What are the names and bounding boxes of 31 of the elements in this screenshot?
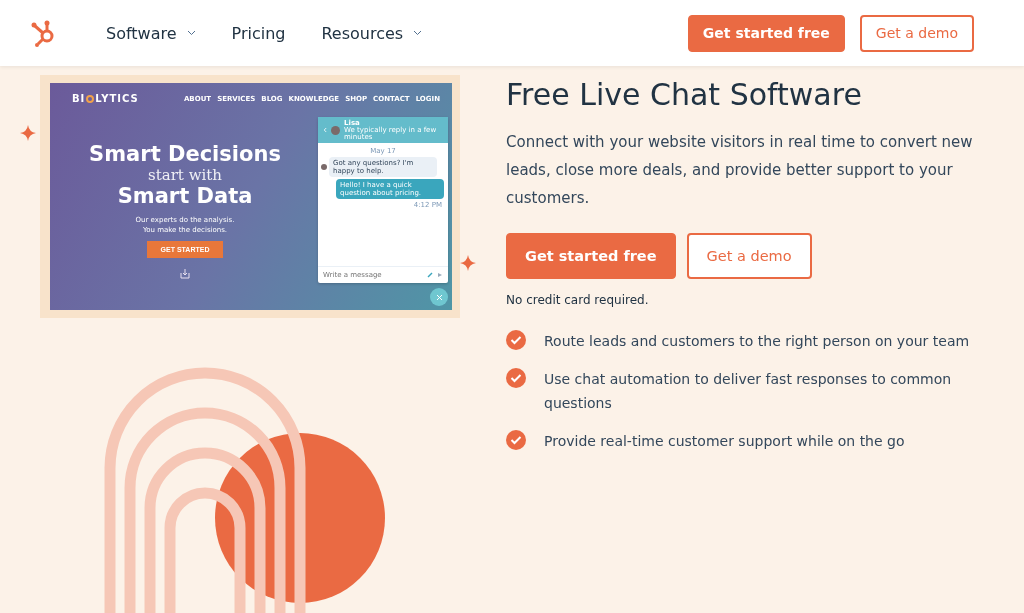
description: Connect with your website visitors in real time to convert new leads, close more deals, and provide better support to your customers. (506, 132, 974, 209)
feature-text: Route leads and customers to the right person on your team (544, 332, 970, 351)
avatar (331, 125, 341, 135)
brand-text: LYTICS (95, 93, 139, 104)
header-cta-button[interactable]: Get started free (687, 14, 845, 52)
checkmark-icon (506, 330, 526, 350)
nav-menu-item[interactable]: Pricing (217, 17, 300, 49)
checkmark-icon (506, 368, 526, 388)
nav-menu-item[interactable]: Resources (307, 17, 437, 49)
mockup-headline: Smart Data (117, 184, 253, 208)
header-cta-button[interactable]: Get a demo (859, 14, 974, 52)
nav-menu-item[interactable]: Software (92, 17, 210, 49)
feature-text: Provide real-time customer support while on the go (544, 432, 905, 451)
page-title: Free Live Chat Software (506, 77, 863, 112)
mockup-headline: Smart Decisions (89, 142, 281, 166)
close-chat-button[interactable] (430, 288, 448, 306)
sparkle-icon (460, 255, 476, 271)
checkmark-icon (506, 430, 526, 450)
brand-text: BI (72, 93, 86, 104)
note-text: No credit card required. (506, 293, 650, 307)
close-icon (435, 293, 443, 301)
ring-icon (86, 94, 95, 103)
download-icon (179, 267, 191, 280)
cta-button[interactable]: Get a demo (686, 233, 812, 279)
back-icon[interactable] (323, 127, 328, 133)
mockup-headline: start with (148, 166, 222, 184)
avatar (321, 164, 327, 170)
sparkle-icon (20, 125, 36, 141)
send-icon[interactable] (437, 272, 443, 278)
feature-text: Use chat automation to deliver fast responses to common questions (544, 370, 953, 413)
cta-button[interactable]: Get started free (506, 233, 676, 279)
